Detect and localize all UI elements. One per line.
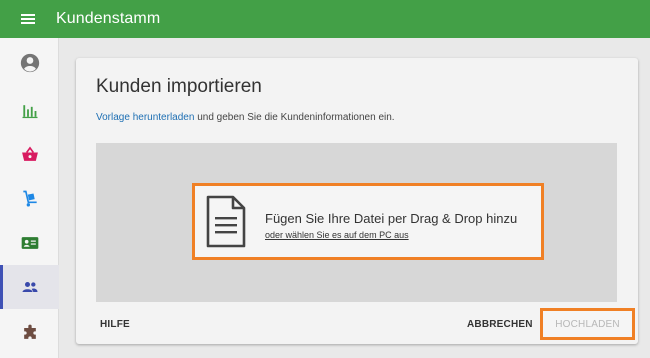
app-header: Kundenstamm xyxy=(0,0,650,38)
help-button[interactable]: HILFE xyxy=(100,319,130,330)
dropzone-area[interactable]: Fügen Sie Ihre Datei per Drag & Drop hin… xyxy=(96,143,617,302)
hand-truck-icon xyxy=(22,190,37,207)
import-card: Kunden importieren Vorlage herunterladen… xyxy=(76,58,638,344)
account-circle-icon xyxy=(20,53,39,73)
cancel-button[interactable]: ABBRECHEN xyxy=(467,319,533,330)
card-title: Kunden importieren xyxy=(96,76,262,97)
puzzle-icon xyxy=(23,324,36,339)
dropzone-main-text: Fügen Sie Ihre Datei per Drag & Drop hin… xyxy=(265,211,518,226)
sidebar-item-customers[interactable] xyxy=(0,265,59,309)
bar-chart-icon xyxy=(22,105,37,119)
sidebar-item-profile[interactable] xyxy=(0,41,59,85)
contact-card-icon xyxy=(21,237,38,249)
sidebar-item-delivery[interactable] xyxy=(0,177,59,221)
sidebar-item-contacts[interactable] xyxy=(0,221,59,265)
choose-file-link[interactable]: oder wählen Sie es auf dem PC aus xyxy=(265,230,409,240)
description-text: und geben Sie die Kundeninformationen ei… xyxy=(194,112,395,123)
hamburger-svg xyxy=(21,14,35,24)
app-title: Kundenstamm xyxy=(56,10,161,27)
sidebar-item-statistics[interactable] xyxy=(0,89,59,133)
menu-icon[interactable] xyxy=(0,0,56,38)
file-drop-box[interactable]: Fügen Sie Ihre Datei per Drag & Drop hin… xyxy=(192,183,544,260)
card-description: Vorlage herunterladen und geben Sie die … xyxy=(96,112,395,123)
sidebar-item-shop[interactable] xyxy=(0,133,59,177)
basket-icon xyxy=(21,146,38,161)
document-icon xyxy=(206,195,246,248)
people-icon xyxy=(22,282,37,292)
download-template-link[interactable]: Vorlage herunterladen xyxy=(96,112,194,123)
upload-button[interactable]: HOCHLADEN xyxy=(540,308,635,340)
sidebar xyxy=(0,38,59,358)
sidebar-item-extensions[interactable] xyxy=(0,311,59,355)
